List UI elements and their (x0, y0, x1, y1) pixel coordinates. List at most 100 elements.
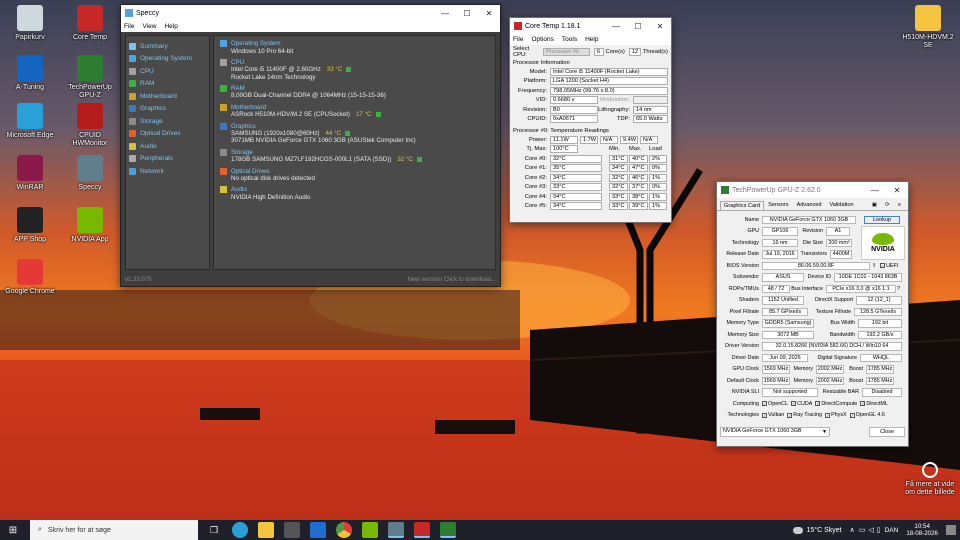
maximize-button[interactable]: ☐ (627, 18, 649, 34)
check-icon: ✓ (825, 412, 831, 418)
speccy-nav-storage[interactable]: Storage (129, 115, 206, 128)
refresh-icon[interactable]: ⟳ (881, 200, 894, 210)
desktop-icon-papirkurv[interactable]: Papirkurv (2, 5, 58, 42)
speccy-nav-graphics[interactable]: Graphics (129, 103, 206, 116)
rops-label: ROPs/TMUs (728, 285, 759, 292)
desktop-icon-app-shop[interactable]: APP Shop (2, 207, 58, 244)
desktop-icon-label: Speccy (78, 184, 102, 191)
desktop-icon-nvidia-app[interactable]: NVIDIA App (62, 207, 118, 244)
desktop-icon-winrar[interactable]: WinRAR (2, 155, 58, 192)
close-gpuz-button[interactable]: Close (869, 426, 905, 437)
menu-help[interactable]: Help (585, 36, 598, 43)
speccy-nav-motherboard[interactable]: Motherboard (129, 90, 206, 103)
speccy-nav-audio[interactable]: Audio (129, 140, 206, 153)
close-button[interactable]: ✕ (478, 5, 500, 21)
tab-validation[interactable]: Validation (825, 200, 857, 210)
nvidia-taskbar-icon[interactable] (362, 522, 378, 538)
lookup-button[interactable]: Lookup (864, 215, 900, 224)
mail-icon[interactable] (310, 522, 326, 538)
modulation-label: Modulation: (600, 97, 630, 104)
optical-drives-icon (129, 130, 136, 138)
battery-icon[interactable]: ▯ (877, 526, 881, 534)
release-date-value: Jul 19, 2016 (762, 250, 798, 259)
subvendor-label: Subvendor (732, 274, 759, 281)
menu-icon[interactable]: ≡ (894, 200, 905, 210)
edge-taskbar-icon[interactable] (232, 522, 248, 538)
check-icon: ✓ (815, 401, 821, 407)
bandwidth-value: 192.2 GB/s (858, 330, 902, 339)
menu-file[interactable]: File (124, 23, 134, 30)
windows-start-icon[interactable]: ⊞ (5, 522, 21, 538)
coretemp-titlebar[interactable]: Core Temp 1.18.1 — ☐ ✕ (510, 18, 671, 34)
file-explorer-icon[interactable] (258, 522, 274, 538)
speccy-nav-optical-drives[interactable]: Optical Drives (129, 128, 206, 141)
speccy-nav-summary[interactable]: Summary (129, 40, 206, 53)
menu-help[interactable]: Help (164, 23, 177, 30)
section-heading: CPU (231, 59, 245, 67)
gpu-select-dropdown[interactable]: NVIDIA GeForce GTX 1060 3GB (720, 426, 830, 437)
coretemp-taskbar-icon[interactable] (414, 522, 430, 538)
chrome-taskbar-icon[interactable] (336, 522, 352, 538)
select-cpu-dropdown[interactable]: Processor #0 (543, 47, 590, 56)
desktop-icon-techpowerup-gpu-z[interactable]: TechPowerUp GPU-Z (62, 55, 118, 100)
minimize-button[interactable]: — (864, 182, 886, 198)
temperature-graph-icon[interactable] (375, 112, 381, 118)
notification-icon[interactable] (946, 525, 956, 535)
temperature-graph-icon[interactable] (416, 157, 422, 163)
chevron-down-icon[interactable]: ▼ (822, 429, 827, 435)
desktop-icon-speccy[interactable]: Speccy (62, 155, 118, 192)
desktop-icon-h510m-hdvm-2-se[interactable]: H510M-HDVM.2 SE (900, 5, 956, 50)
taskbar-search[interactable]: ⌕ Skriv her for at søge (30, 520, 198, 540)
checkbox-physx: ✓ PhysX (825, 412, 847, 418)
speccy-nav-operating-system[interactable]: Operating System (129, 53, 206, 66)
menu-view[interactable]: View (142, 23, 156, 30)
speccy-nav-cpu[interactable]: CPU (129, 65, 206, 78)
desktop-icon-cpuid-hwmonitor[interactable]: CPUID HWMonitor (62, 103, 118, 148)
section-line: 3071MB NVIDIA GeForce GTX 1060 3GB (ASUS… (220, 137, 489, 144)
task-view-icon[interactable]: ❐ (206, 522, 222, 538)
speccy-titlebar[interactable]: Speccy — ☐ ✕ (121, 5, 500, 21)
language-indicator[interactable]: DAN (885, 527, 899, 534)
store-icon[interactable] (284, 522, 300, 538)
desktop-icon-label: A-Tuning (15, 84, 45, 91)
share-icon[interactable]: ⇪ (872, 263, 880, 269)
network-icon[interactable]: ▭ (859, 526, 866, 534)
speccy-update-link[interactable]: New version! Click to download... (408, 277, 496, 283)
temperature-graph-icon[interactable] (346, 67, 352, 73)
temperature-graph-icon[interactable] (345, 131, 351, 137)
tab-advanced[interactable]: Advanced (793, 200, 826, 210)
desktop-icon-a-tuning[interactable]: A-Tuning (2, 55, 58, 92)
speccy-taskbar-icon[interactable] (388, 522, 404, 538)
menu-file[interactable]: File (513, 36, 523, 43)
gpuz-taskbar-icon[interactable] (440, 522, 456, 538)
desktop-icon-google-chrome[interactable]: Google Chrome (2, 259, 58, 296)
section-line: ASRock H510M-HDV/M.2 SE (CPUSocket) 17 °C (220, 111, 489, 118)
speccy-nav-network[interactable]: Network (129, 165, 206, 178)
speccy-nav-ram[interactable]: RAM (129, 78, 206, 91)
weather-text[interactable]: 15°C Skyet (807, 527, 842, 534)
check-icon: ✓ (762, 412, 767, 418)
close-button[interactable]: ✕ (886, 182, 908, 198)
section-value: NVIDIA High Definition Audio (231, 193, 311, 201)
desktop-icon-label: NVIDIA App (71, 236, 109, 243)
gpuz-titlebar[interactable]: TechPowerUp GPU-Z 2.62.0 — ✕ (717, 182, 908, 198)
desktop-icon-core-temp[interactable]: Core Temp (62, 5, 118, 42)
core-min: 32°C (609, 183, 628, 192)
close-button[interactable]: ✕ (649, 18, 671, 34)
clock[interactable]: 10:54 18-08-2026 (906, 523, 938, 538)
volume-icon[interactable]: ◁ (868, 526, 873, 534)
camera-icon[interactable]: ▣ (868, 200, 881, 210)
bing-info-icon[interactable]: Få mere at vide om dette billede (900, 462, 960, 497)
tray-chevron-icon[interactable]: ∧ (850, 526, 855, 534)
speccy-nav-peripherals[interactable]: Peripherals (129, 153, 206, 166)
menu-tools[interactable]: Tools (562, 36, 577, 43)
tab-sensors[interactable]: Sensors (764, 200, 793, 210)
tab-graphics-card[interactable]: Graphics Card (720, 201, 765, 210)
help-icon[interactable]: ? (897, 286, 900, 292)
menu-options[interactable]: Options (531, 36, 553, 43)
minimize-button[interactable]: — (434, 5, 456, 21)
desktop-icon-microsoft-edge[interactable]: Microsoft Edge (2, 103, 58, 140)
weather-icon[interactable] (792, 526, 803, 534)
minimize-button[interactable]: — (605, 18, 627, 34)
maximize-button[interactable]: ☐ (456, 5, 478, 21)
